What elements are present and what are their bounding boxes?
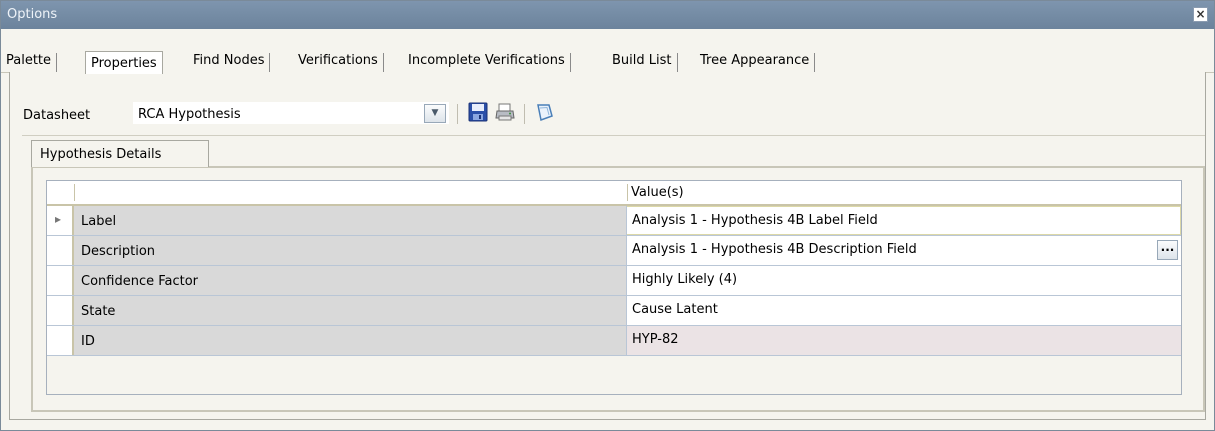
property-name-cell: ID [74,326,627,355]
id-value-cell: HYP-82 [627,326,1181,355]
row-selector[interactable] [47,326,74,355]
datasheet-dropdown-button[interactable]: ▼ [424,104,446,123]
table-row[interactable]: State Cause Latent [47,296,1181,326]
tab-strip: Palette Properties Find Nodes Verificati… [1,47,1214,74]
state-value-cell[interactable]: Cause Latent [627,296,1181,325]
datasheet-label: Datasheet [23,108,91,123]
ellipsis-button[interactable]: ... [1157,240,1178,260]
close-button[interactable]: × [1193,7,1208,22]
tab-verifications[interactable]: Verifications [293,53,384,73]
row-selector[interactable] [47,266,74,295]
datasheet-select[interactable]: RCA Hypothesis [133,102,449,124]
tab-incomplete-verifications[interactable]: Incomplete Verifications [403,53,571,73]
property-name-cell: Label [74,206,627,235]
window-title: Options [7,7,58,22]
row-selector[interactable]: ▸ [47,206,74,235]
save-icon[interactable] [467,101,489,123]
shape-icon[interactable] [533,101,555,123]
tab-properties[interactable]: Properties [85,51,163,74]
property-name-cell: State [74,296,627,325]
options-window: Options × Palette Properties Find Nodes … [0,0,1215,431]
confidence-factor-value-cell[interactable]: Highly Likely (4) [627,266,1181,295]
tab-tree-appearance[interactable]: Tree Appearance [695,53,816,73]
properties-panel: Datasheet RCA Hypothesis ▼ Hypothesis De… [9,72,1206,420]
current-row-indicator-icon: ▸ [55,212,62,226]
table-row[interactable]: ID HYP-82 [47,326,1181,356]
tab-find-nodes[interactable]: Find Nodes [188,53,271,73]
value-column-header[interactable]: Value(s) [631,185,684,200]
title-bar: Options × [1,1,1214,29]
toolbar-separator [524,104,525,124]
print-icon[interactable] [494,101,516,123]
tab-build-list[interactable]: Build List [607,53,678,73]
datasheet-select-value: RCA Hypothesis [138,107,241,122]
row-selector[interactable] [47,296,74,325]
datasheet-toolbar: Datasheet RCA Hypothesis ▼ [10,72,1205,132]
toolbar-separator [457,104,458,124]
table-row[interactable]: Description Analysis 1 - Hypothesis 4B D… [47,236,1181,266]
grid-header: Value(s) [47,181,1181,206]
description-value-cell[interactable]: Analysis 1 - Hypothesis 4B Description F… [627,236,1181,265]
tab-hypothesis-details[interactable]: Hypothesis Details [31,140,209,167]
description-value-text: Analysis 1 - Hypothesis 4B Description F… [632,242,917,257]
label-value-cell[interactable]: Analysis 1 - Hypothesis 4B Label Field [627,206,1181,235]
table-row[interactable]: ▸ Label Analysis 1 - Hypothesis 4B Label… [47,206,1181,236]
row-selector[interactable] [47,236,74,265]
property-name-cell: Description [74,236,627,265]
hypothesis-details-panel: Value(s) ▸ Label Analysis 1 - Hypothesis… [31,166,1205,412]
header-separator [74,184,75,201]
tab-palette[interactable]: Palette [1,53,58,73]
table-row[interactable]: Confidence Factor Highly Likely (4) [47,266,1181,296]
toolbar-divider [22,135,1205,136]
header-separator [627,184,628,201]
property-name-cell: Confidence Factor [74,266,627,295]
properties-grid: Value(s) ▸ Label Analysis 1 - Hypothesis… [46,180,1182,395]
